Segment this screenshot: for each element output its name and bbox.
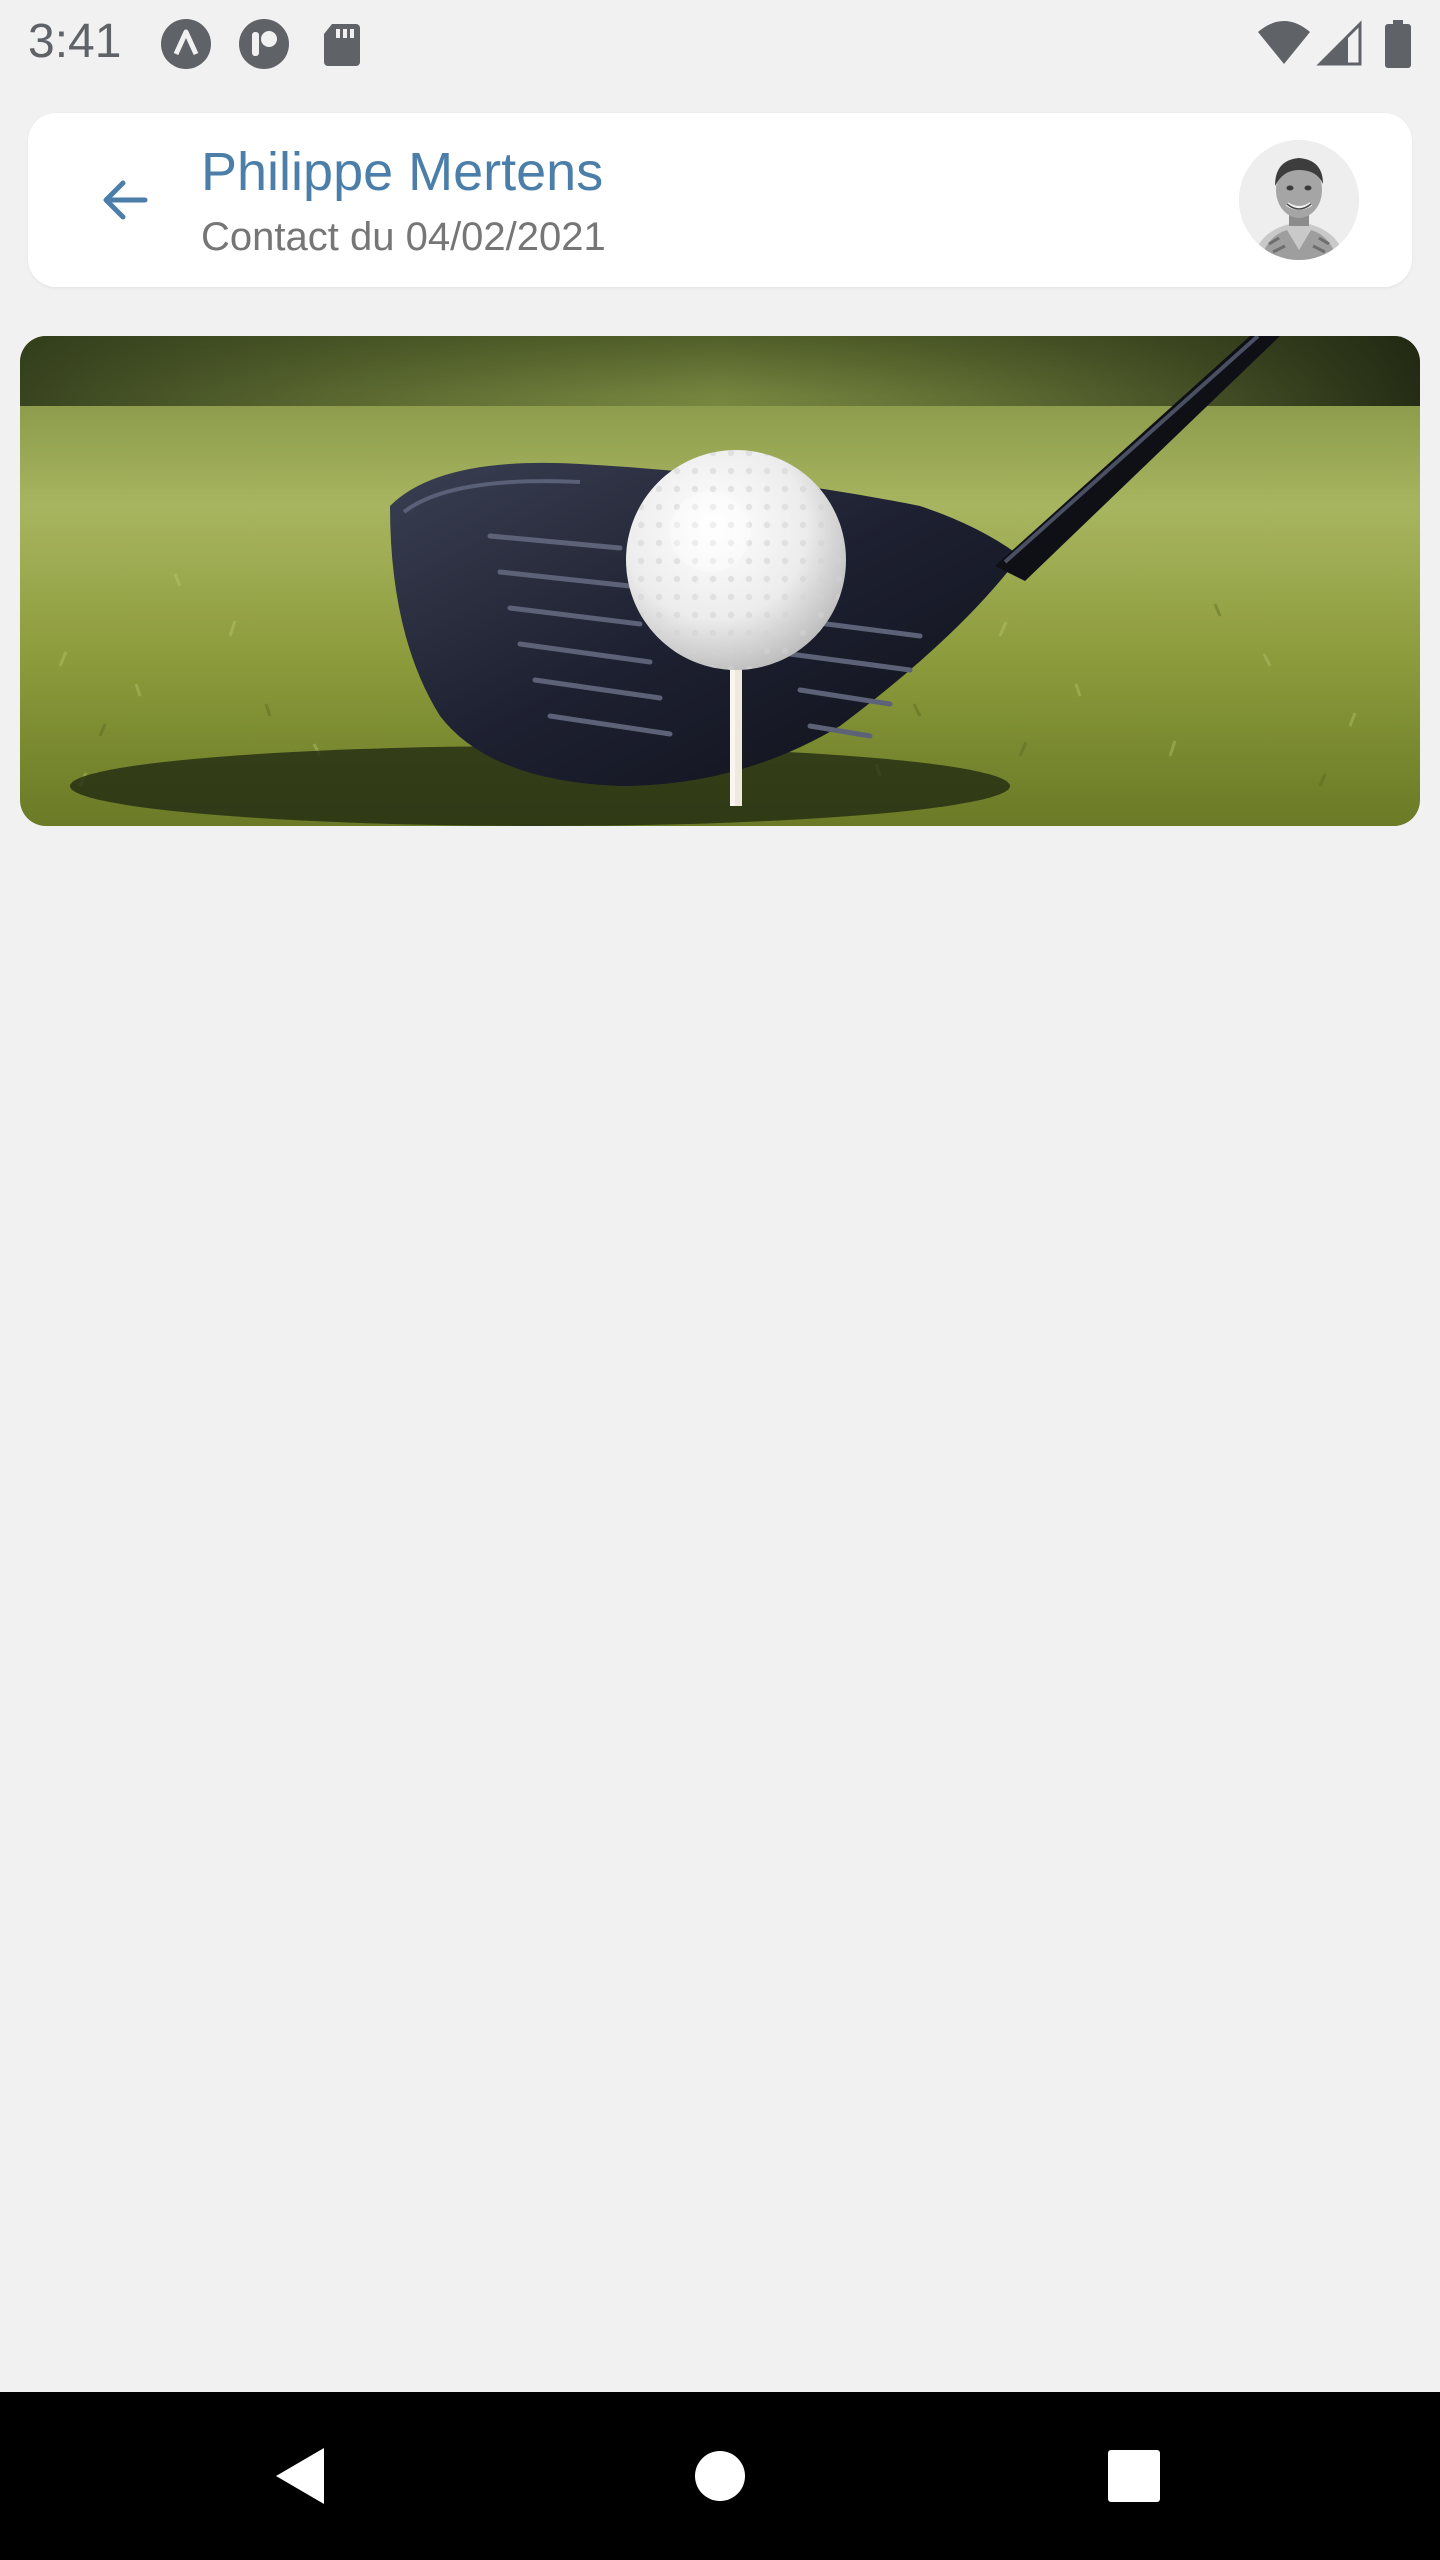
home-circle-icon <box>695 2451 745 2501</box>
avatar[interactable] <box>1239 140 1359 260</box>
nav-back-button[interactable] <box>250 2426 350 2526</box>
back-button[interactable] <box>80 155 170 245</box>
wifi-icon <box>1256 18 1312 70</box>
nav-recents-button[interactable] <box>1084 2426 1184 2526</box>
arrow-notification-icon <box>160 18 212 70</box>
golf-ball-driver-photo <box>20 336 1420 826</box>
battery-icon <box>1382 18 1414 70</box>
back-triangle-icon <box>276 2448 324 2504</box>
app-notification-icon <box>238 18 290 70</box>
golf-image <box>20 336 1420 826</box>
arrow-left-icon <box>103 180 148 220</box>
cell-signal-icon <box>1316 18 1364 70</box>
contact-date: Contact du 04/02/2021 <box>201 215 606 259</box>
status-time: 3:41 <box>28 15 122 68</box>
status-bar: 3:41 <box>0 0 1440 84</box>
contact-header-card: Philippe Mertens Contact du 04/02/2021 <box>28 113 1412 287</box>
contact-name: Philippe Mertens <box>201 142 604 202</box>
system-navigation-bar <box>0 2392 1440 2560</box>
sd-card-icon <box>316 18 368 70</box>
nav-home-button[interactable] <box>670 2426 770 2526</box>
profile-photo <box>1239 140 1359 260</box>
recents-square-icon <box>1108 2450 1160 2502</box>
